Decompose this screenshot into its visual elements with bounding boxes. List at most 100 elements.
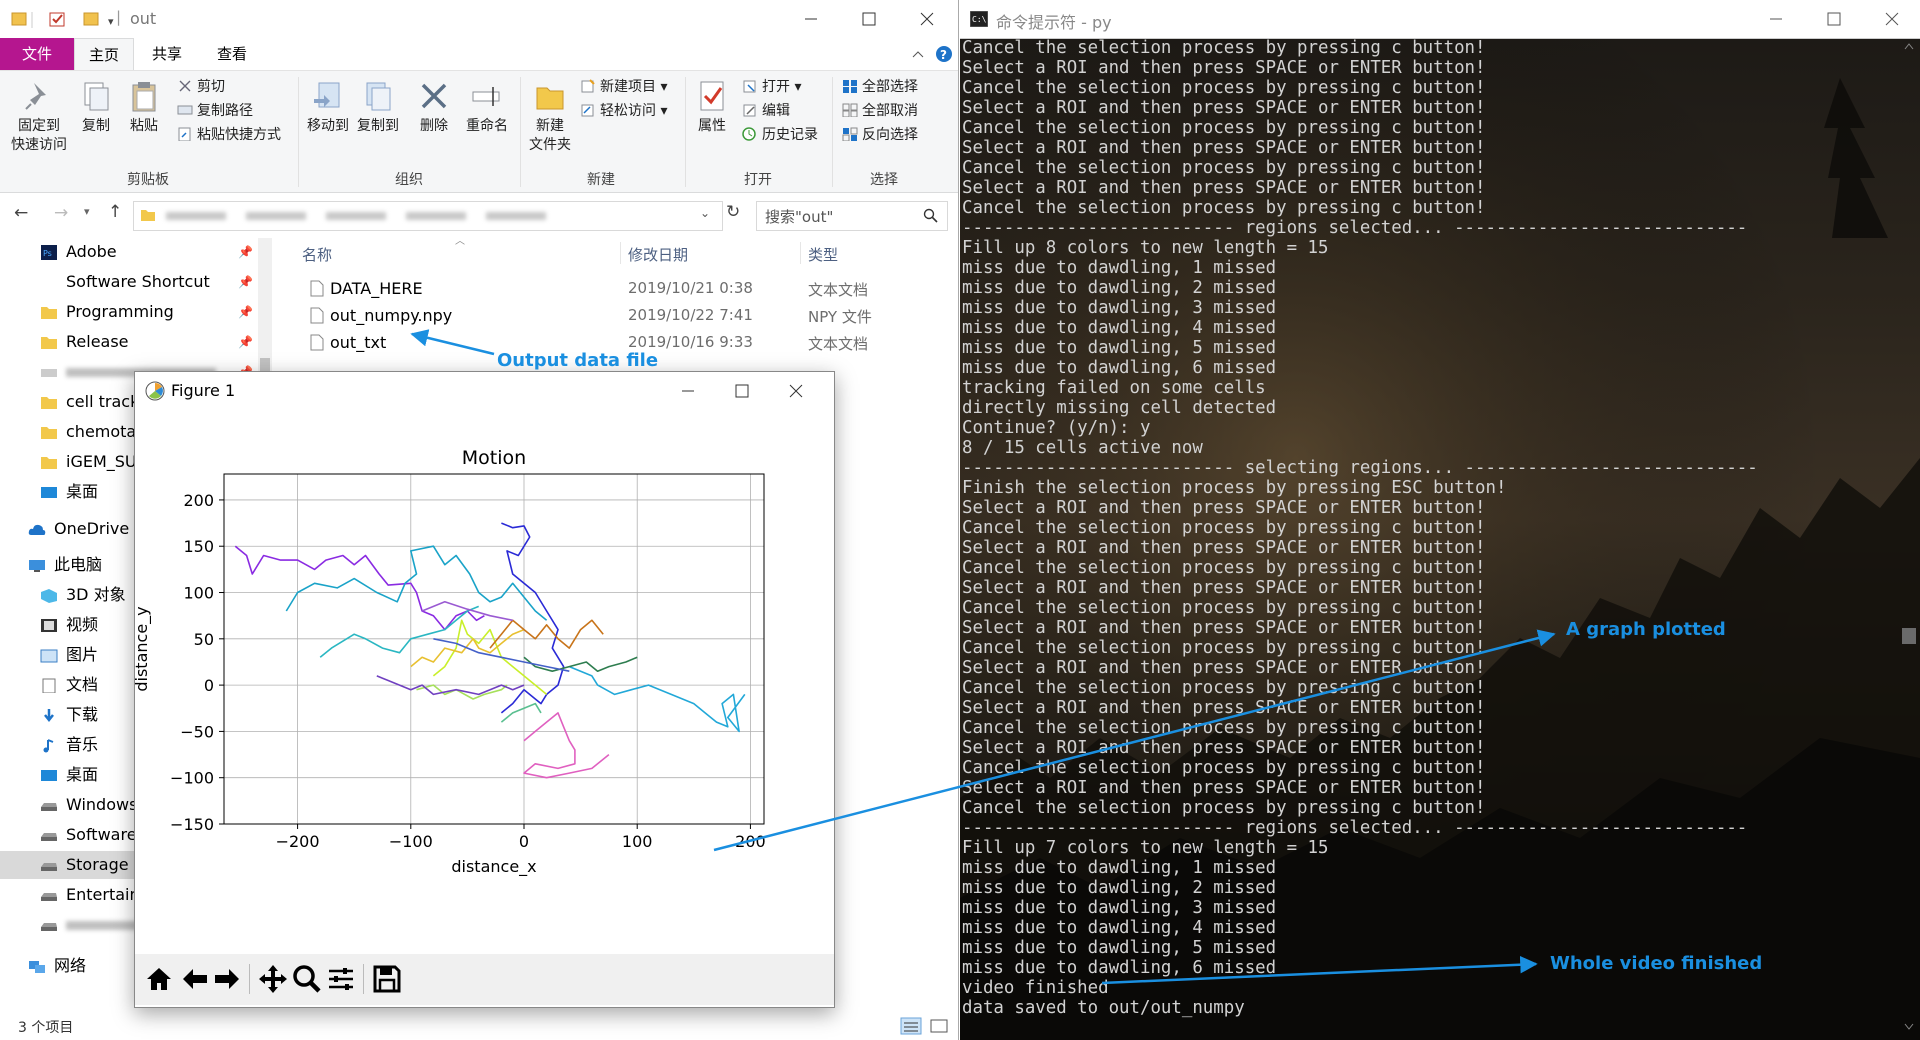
paste-shortcut-button[interactable]: 粘贴快捷方式 [177,123,281,147]
help-icon[interactable]: ? [935,45,953,63]
figure-close-button[interactable] [785,380,807,402]
blurred-path [166,212,566,220]
terminal-line: -------------------------- regions selec… [962,218,1748,238]
terminal-titlebar: C:\ 命令提示符 - py [960,0,1920,39]
terminal-scrollbar-thumb[interactable] [1902,628,1916,644]
pin-icon[interactable]: 📌 [238,238,253,266]
home-icon[interactable] [143,963,175,995]
pan-icon[interactable] [257,963,289,995]
file-date: 2019/10/22 7:41 [628,306,753,324]
select-all-button[interactable]: 全部选择 [842,75,918,99]
nav-item-label: Programming [66,302,174,321]
refresh-icon[interactable]: ↻ [726,202,740,222]
new-item-button[interactable]: 新建项目 ▾ [580,75,667,99]
annotation-graph: A graph plotted [1566,619,1726,640]
move-to-icon [314,82,340,108]
nav-item-label: Windows [66,795,138,814]
file-row[interactable]: out_numpy.npy 2019/10/22 7:41 NPY 文件 [300,302,950,329]
open-button[interactable]: 打开 ▾ [742,75,801,99]
back-icon[interactable] [179,963,211,995]
history-button[interactable]: 历史记录 [742,123,818,147]
maximize-button[interactable] [858,8,880,30]
invert-selection-button[interactable]: 反向选择 [842,123,918,147]
details-view-icon[interactable] [900,1017,922,1035]
edit-button[interactable]: 编辑 [742,99,790,123]
forward-icon[interactable] [211,963,243,995]
delete-label: 删除 [420,118,448,134]
file-row[interactable]: DATA_HERE 2019/10/21 0:38 文本文档 [300,275,950,302]
collapse-ribbon-icon[interactable] [910,46,926,62]
terminal-line: miss due to dawdling, 2 missed [962,878,1277,898]
figure-maximize-button[interactable] [731,380,753,402]
motion-chart: −200 −100 0 100 200 −150 −100 −50 0 50 100 150 200 Mo… [132,447,766,877]
address-dropdown-icon[interactable]: ⌄ [700,206,710,220]
terminal-line: Cancel the selection process by pressing… [962,38,1486,58]
easy-access-button[interactable]: 轻松访问 ▾ [580,99,667,123]
column-header-name[interactable]: 名称 [302,244,332,265]
scroll-down-icon[interactable] [1904,1023,1914,1031]
y-tick-label: −150 [170,815,214,834]
blank-icon [40,275,58,290]
terminal-maximize-button[interactable] [1823,8,1845,30]
back-arrow-icon[interactable]: ← [14,203,28,223]
search-placeholder: 搜索"out" [765,208,834,226]
pin-label-2: 快速访问 [11,137,67,153]
minimize-button[interactable] [800,8,822,30]
tab-file[interactable]: 文件 [0,38,74,70]
tab-view[interactable]: 查看 [203,38,261,70]
select-none-button[interactable]: 全部取消 [842,99,918,123]
pin-quick-access-button[interactable]: 固定到 快速访问 [8,79,70,155]
terminal-minimize-button[interactable] [1765,8,1787,30]
copy-to-button[interactable]: 复制到 [354,79,402,136]
terminal-line: Select a ROI and then press SPACE or ENT… [962,178,1486,198]
terminal-close-button[interactable] [1881,8,1903,30]
up-arrow-icon[interactable]: ↑ [108,202,122,222]
folder-icon [41,457,57,469]
list-scrollbar[interactable] [944,238,958,1008]
series-line-1 [500,522,565,714]
paste-button[interactable]: 粘贴 [124,79,164,136]
recent-chevron-icon[interactable]: ▾ [84,205,90,218]
tab-home[interactable]: 主页 [74,38,135,70]
terminal-scrollbar[interactable] [1898,38,1920,1040]
properties-button[interactable]: 属性 [690,79,734,136]
save-icon[interactable] [371,963,403,995]
nav-item[interactable]: Programming 📌 [0,298,262,326]
terminal-line: miss due to dawdling, 4 missed [962,918,1277,938]
terminal-line: Cancel the selection process by pressing… [962,518,1486,538]
configure-icon[interactable] [325,963,357,995]
terminal-line: Cancel the selection process by pressing… [962,718,1486,738]
figure-minimize-button[interactable] [677,380,699,402]
rename-icon [472,87,500,106]
move-to-button[interactable]: 移动到 [304,79,352,136]
close-button[interactable] [916,8,938,30]
search-input[interactable]: 搜索"out" [756,201,948,231]
copy-button[interactable]: 复制 [76,79,116,136]
copy-path-button[interactable]: 复制路径 [177,99,253,123]
terminal-line: Cancel the selection process by pressing… [962,118,1486,138]
terminal-title: 命令提示符 - py [996,13,1112,32]
forward-arrow-icon[interactable]: → [54,203,68,223]
group-separator [298,77,299,187]
scroll-up-icon[interactable] [1904,42,1914,50]
terminal-output[interactable]: Cancel the selection process by pressing… [962,38,1902,1018]
column-header-type[interactable]: 类型 [808,244,838,265]
new-folder-button[interactable]: 新建 文件夹 [524,79,576,155]
nav-item[interactable]: Software Shortcut 📌 [0,268,262,296]
file-type: 文本文档 [808,335,869,353]
pin-icon[interactable]: 📌 [238,328,253,356]
zoom-icon[interactable] [291,963,323,995]
quick-access-toolbar[interactable]: ▾ [10,10,120,30]
rename-button[interactable]: 重命名 [462,79,512,136]
large-icons-view-icon[interactable] [928,1017,950,1035]
column-header-date[interactable]: 修改日期 [628,244,688,265]
pin-icon[interactable]: 📌 [238,268,253,296]
plot-canvas[interactable]: −200 −100 0 100 200 −150 −100 −50 0 50 100 150 200 Mo… [132,410,834,954]
pin-icon[interactable]: 📌 [238,298,253,326]
address-bar[interactable]: ⌄ [133,201,723,231]
cut-button[interactable]: 剪切 [177,75,225,99]
tab-share[interactable]: 共享 [138,38,196,70]
nav-item[interactable]: Release 📌 [0,328,262,356]
nav-item[interactable]: Ps Adobe 📌 [0,238,262,266]
delete-button[interactable]: 删除 [414,79,454,136]
